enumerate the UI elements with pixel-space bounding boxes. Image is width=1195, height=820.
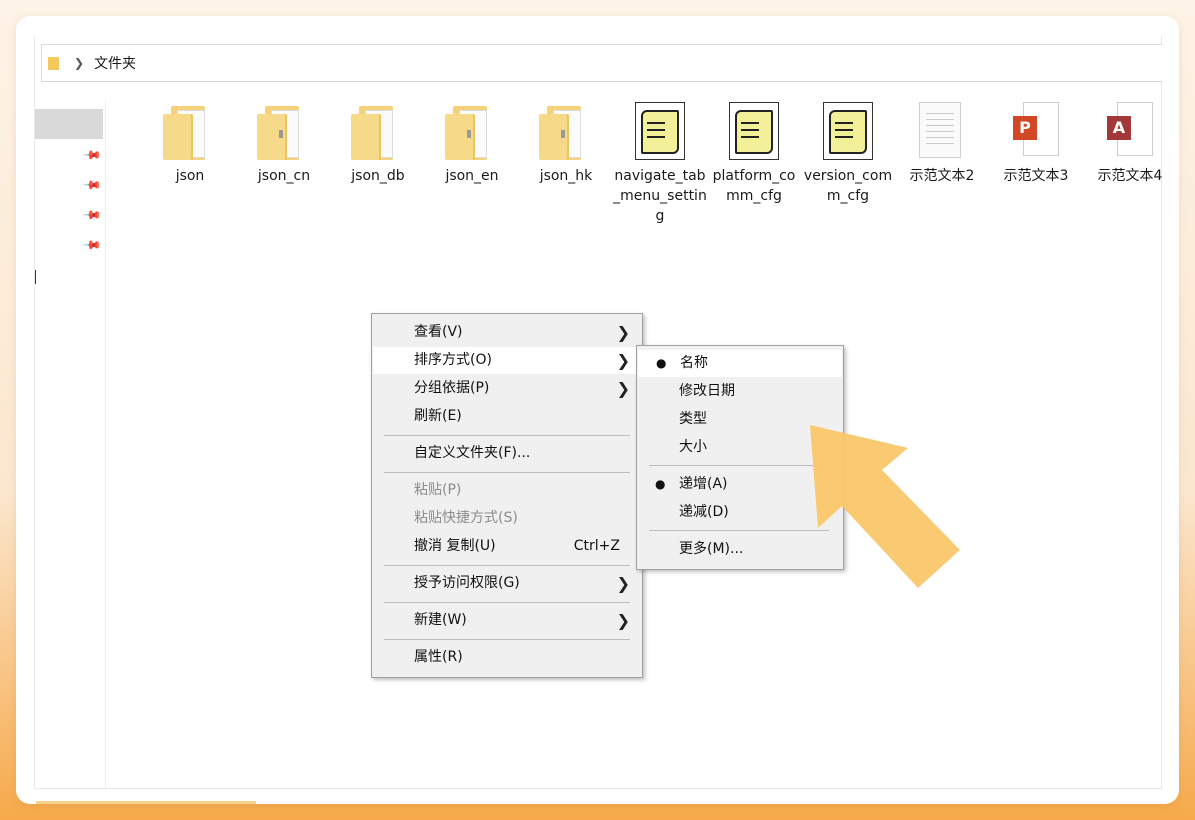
file-item[interactable]: json	[143, 100, 237, 186]
file-label: platform_comm_cfg	[712, 168, 796, 204]
chevron-right-icon: ❯	[616, 323, 630, 342]
file-item[interactable]: json_hk	[519, 100, 613, 186]
folder-icon	[48, 56, 60, 70]
navigation-pane: 📌 📌 📌 📌	[35, 100, 106, 790]
sort-item-name[interactable]: ● 名称	[638, 350, 842, 377]
chevron-right-icon: ❯	[616, 574, 630, 593]
text-caret	[35, 270, 36, 284]
breadcrumb-folder[interactable]: 文件夹	[94, 53, 136, 73]
menu-item-view[interactable]: 查看(V) ❯	[372, 319, 642, 346]
menu-item-label: 新建(W)	[414, 612, 467, 628]
folder-icon	[445, 106, 493, 160]
menu-item-group-by[interactable]: 分组依据(P) ❯	[372, 375, 642, 402]
file-list: json json_cn json_db json_en json_hk nav…	[135, 100, 1165, 300]
menu-item-label: 属性(R)	[414, 649, 463, 665]
menu-separator	[384, 472, 630, 473]
menu-item-new[interactable]: 新建(W) ❯	[372, 607, 642, 634]
menu-separator	[384, 435, 630, 436]
script-file-icon	[823, 102, 873, 160]
nav-item-selected[interactable]	[35, 109, 103, 139]
menu-item-label: 名称	[680, 355, 708, 371]
file-label: json_en	[445, 168, 499, 184]
menu-item-label: 撤消 复制(U)	[414, 538, 496, 554]
folder-icon	[163, 106, 211, 160]
menu-item-label: 更多(M)...	[679, 541, 744, 557]
file-item[interactable]: json_en	[425, 100, 519, 186]
menu-item-properties[interactable]: 属性(R)	[372, 644, 642, 671]
file-item[interactable]: json_cn	[237, 100, 331, 186]
decorative-strip	[36, 801, 256, 804]
menu-item-label: 粘贴快捷方式(S)	[414, 510, 518, 526]
script-file-icon	[635, 102, 685, 160]
file-item[interactable]: 示范文本2	[895, 100, 989, 186]
menu-item-give-access[interactable]: 授予访问权限(G) ❯	[372, 570, 642, 597]
address-bar[interactable]: ❯ 文件夹	[41, 44, 1162, 82]
pin-icon[interactable]: 📌	[82, 175, 102, 195]
file-label: navigate_tab_menu_setting	[613, 168, 707, 224]
chevron-right-icon: ❯	[616, 379, 630, 398]
file-label: 示范文本3	[1003, 168, 1069, 184]
file-item[interactable]: platform_comm_cfg	[707, 100, 801, 206]
sort-item-date-modified[interactable]: 修改日期	[637, 378, 843, 405]
menu-item-customize-folder[interactable]: 自定义文件夹(F)...	[372, 440, 642, 467]
menu-separator	[384, 602, 630, 603]
chevron-right-icon: ❯	[616, 611, 630, 630]
menu-item-undo-copy[interactable]: 撤消 复制(U) Ctrl+Z	[372, 533, 642, 560]
menu-item-label: 授予访问权限(G)	[414, 575, 520, 591]
file-item[interactable]: version_comm_cfg	[801, 100, 895, 206]
pin-icon[interactable]: 📌	[82, 235, 102, 255]
menu-item-refresh[interactable]: 刷新(E)	[372, 403, 642, 430]
menu-item-paste-shortcut[interactable]: 粘贴快捷方式(S)	[372, 505, 642, 532]
file-item[interactable]: P 示范文本3	[989, 100, 1083, 186]
radio-bullet-icon: ●	[655, 477, 666, 491]
file-label: json_db	[351, 168, 405, 184]
menu-item-label: 递增(A)	[679, 476, 728, 492]
file-label: 示范文本2	[909, 168, 975, 184]
menu-item-label: 类型	[679, 411, 707, 427]
access-icon: A	[1107, 102, 1153, 156]
menu-item-label: 排序方式(O)	[414, 352, 492, 368]
pin-icon[interactable]: 📌	[82, 145, 102, 165]
file-label: json	[175, 168, 205, 184]
powerpoint-icon: P	[1013, 102, 1059, 156]
menu-item-label: 粘贴(P)	[414, 482, 462, 498]
menu-item-sort-by[interactable]: 排序方式(O) ❯	[373, 347, 641, 374]
pin-icon[interactable]: 📌	[82, 205, 102, 225]
menu-item-label: 刷新(E)	[414, 408, 462, 424]
menu-item-label: 自定义文件夹(F)...	[414, 445, 531, 461]
file-label: version_comm_cfg	[803, 168, 893, 204]
file-label: json_hk	[539, 168, 593, 184]
context-menu: 查看(V) ❯ 排序方式(O) ❯ 分组依据(P) ❯ 刷新(E) 自定义文件夹…	[371, 313, 643, 678]
folder-icon	[539, 106, 587, 160]
menu-item-paste[interactable]: 粘贴(P)	[372, 477, 642, 504]
file-label: json_cn	[257, 168, 311, 184]
chevron-right-icon: ❯	[616, 351, 630, 370]
folder-icon	[351, 106, 399, 160]
script-file-icon	[729, 102, 779, 160]
menu-item-label: 分组依据(P)	[414, 380, 490, 396]
file-item[interactable]: navigate_tab_menu_setting	[613, 100, 707, 226]
file-label: 示范文本4	[1097, 168, 1163, 184]
menu-item-label: 查看(V)	[414, 324, 463, 340]
text-document-icon	[919, 102, 961, 158]
menu-item-label: 修改日期	[679, 383, 735, 399]
folder-icon	[257, 106, 305, 160]
keyboard-shortcut: Ctrl+Z	[573, 538, 620, 554]
menu-separator	[384, 639, 630, 640]
radio-bullet-icon: ●	[656, 356, 667, 370]
file-item[interactable]: A 示范文本4	[1083, 100, 1177, 186]
highlight-arrow-icon	[810, 425, 960, 588]
menu-item-label: 递减(D)	[679, 504, 729, 520]
menu-item-label: 大小	[679, 439, 707, 455]
menu-separator	[384, 565, 630, 566]
file-item[interactable]: json_db	[331, 100, 425, 186]
chevron-right-icon[interactable]: ❯	[74, 56, 84, 70]
